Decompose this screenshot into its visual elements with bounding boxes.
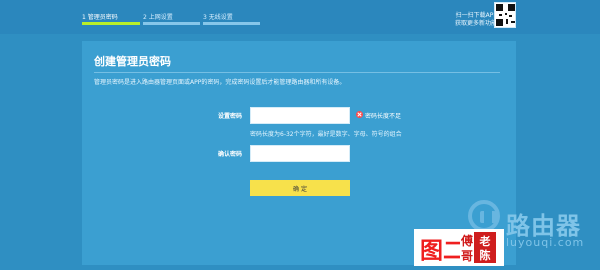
router-logo-icon xyxy=(468,200,500,232)
left-seal: 傅 哥 xyxy=(460,231,474,263)
right-seal: 老 陈 xyxy=(474,232,496,263)
wizard-step-internet-setup[interactable]: 2 上网设置 xyxy=(143,12,173,21)
qr-code-icon[interactable] xyxy=(494,2,516,28)
error-icon xyxy=(356,111,363,118)
password-input[interactable] xyxy=(250,107,350,124)
app-download-text: 扫一扫下载APP 获取更多新功能 xyxy=(417,12,497,28)
wizard-step-internet-setup-progress xyxy=(143,22,200,25)
confirm-password-label: 确认密码 xyxy=(218,151,243,158)
confirm-button[interactable]: 确 定 xyxy=(250,180,350,196)
wizard-step-admin-password-progress xyxy=(82,22,140,25)
title-divider xyxy=(94,72,500,73)
app-download-line2: 获取更多新功能 xyxy=(454,20,497,27)
app-download-line1: 扫一扫下载APP xyxy=(455,12,497,19)
wizard-step-wireless-setup[interactable]: 3 无线设置 xyxy=(203,12,233,21)
wizard-step-wireless-setup-progress xyxy=(203,22,260,25)
confirm-password-input[interactable] xyxy=(250,145,350,162)
wizard-header: 1 管理员密码 2 上网设置 3 无线设置 扫一扫下载APP 获取更多新功能 xyxy=(0,0,600,34)
password-description: 管理员密码是进入路由器管理页面或APP的密码，完成密码设置后才能管理路由器和所有… xyxy=(94,79,346,86)
left-seal-bottom-text: 哥 xyxy=(460,249,473,263)
wizard-step-admin-password[interactable]: 1 管理员密码 xyxy=(82,12,118,21)
password-hint: 密码长度为6-32个字符，最好是数字、字母、符号的组合 xyxy=(250,131,402,138)
page-title: 创建管理员密码 xyxy=(94,55,171,68)
caption-stamp: 图二 傅 哥 老 陈 xyxy=(414,229,504,266)
password-error-text: 密码长度不足 xyxy=(365,113,402,120)
password-label: 设置密码 xyxy=(218,113,243,120)
right-seal-bottom-text: 陈 xyxy=(479,249,491,262)
watermark-domain: luyouqi.com xyxy=(506,236,585,249)
